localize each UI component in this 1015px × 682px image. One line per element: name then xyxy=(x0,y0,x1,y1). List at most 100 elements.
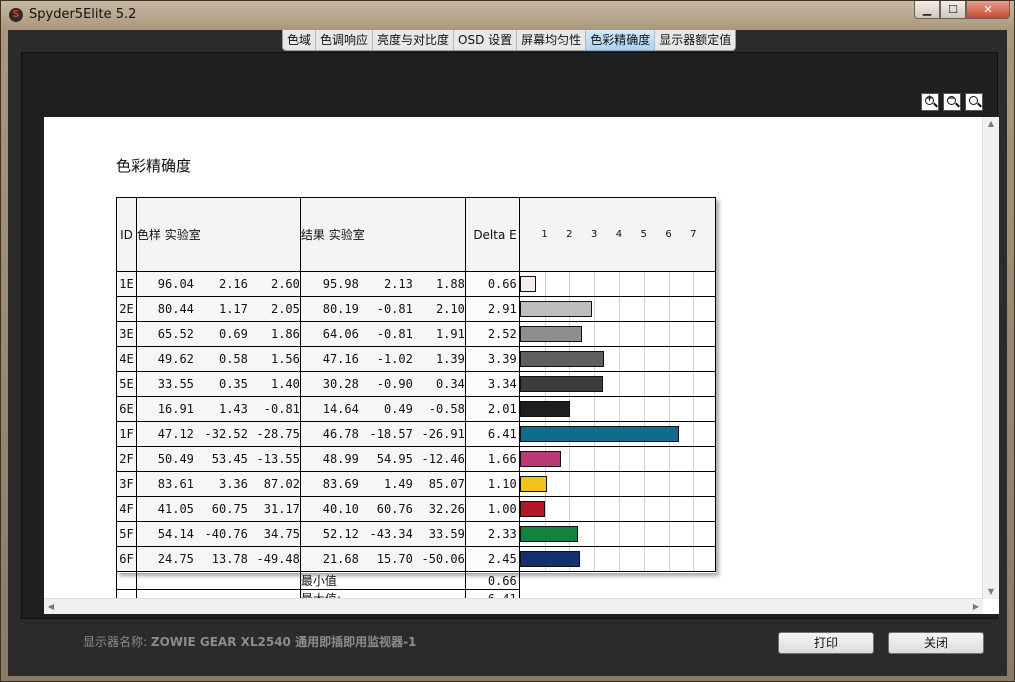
reference-lab: 16.91 1.43 -0.81 xyxy=(137,402,300,416)
grid-line xyxy=(668,497,670,521)
zoom-out-handle xyxy=(955,102,960,108)
title-bar[interactable]: S Spyder5Elite 5.2 ▁ ☐ ✕ xyxy=(1,1,1015,31)
grid-line xyxy=(668,272,670,296)
summary-empty-ref xyxy=(135,571,301,590)
reference-lab-value: 41.05 xyxy=(157,502,194,516)
result-lab: 40.10 60.76 32.26 xyxy=(301,502,465,516)
reference-lab: 41.05 60.75 31.17 xyxy=(135,496,301,522)
result-lab-value: 2.10 xyxy=(435,302,465,316)
grid-line xyxy=(594,322,596,346)
delta-e-bar xyxy=(519,501,545,517)
reference-lab: 80.44 1.17 2.05 xyxy=(137,302,300,316)
app-window: S Spyder5Elite 5.2 ▁ ☐ ✕ 色域 色调响应 亮度与对比度 OSD… xyxy=(0,0,1015,682)
grid-line xyxy=(693,272,695,296)
grid-line xyxy=(643,397,645,421)
result-lab: 64.06 -0.81 1.91 xyxy=(301,327,465,341)
sample-id: 2F xyxy=(116,446,137,472)
grid-line xyxy=(594,447,596,471)
reference-lab-value: -40.76 xyxy=(204,527,248,541)
delta-e-value: 2.01 xyxy=(464,396,520,422)
close-button[interactable]: 关闭 xyxy=(888,632,984,654)
vertical-scrollbar[interactable]: ▲ ▼ xyxy=(982,117,999,599)
result-lab-value: 46.78 xyxy=(322,427,359,441)
grid-line xyxy=(668,472,670,496)
result-lab-value: 1.88 xyxy=(435,277,465,291)
horizontal-scrollbar[interactable]: ◀ ▶ xyxy=(44,598,983,614)
delta-e-value: 3.34 xyxy=(464,371,520,397)
report-title: 色彩精确度 xyxy=(116,157,192,175)
maximize-button[interactable]: ☐ xyxy=(940,1,966,19)
reference-lab: 47.12 -32.52 -28.75 xyxy=(137,427,300,441)
tab-5[interactable]: 色彩精确度 xyxy=(586,30,656,50)
report-document[interactable]: 色彩精确度 ID 色样 实验室 结果 实验室 Delta E 1234567 1… xyxy=(44,117,999,614)
scroll-left-arrow-icon[interactable]: ◀ xyxy=(44,599,58,614)
scroll-right-arrow-icon[interactable]: ▶ xyxy=(969,599,983,614)
reference-lab: 96.04 2.16 2.60 xyxy=(135,271,301,297)
delta-e-value: 2.91 xyxy=(464,296,520,322)
delta-e-value: 2.45 xyxy=(464,546,520,572)
grid-line xyxy=(569,447,571,471)
reference-lab: 33.55 0.35 1.40 xyxy=(135,371,301,397)
magnifier-handle xyxy=(977,102,982,108)
delta-e-value: 2.33 xyxy=(464,521,520,547)
grid-line xyxy=(643,372,645,396)
result-lab-value: 40.10 xyxy=(322,502,359,516)
grid-line xyxy=(618,322,620,346)
zoom-out-button[interactable]: − xyxy=(943,93,961,111)
reference-lab-value: 60.75 xyxy=(211,502,248,516)
reference-lab-value: 53.45 xyxy=(211,452,248,466)
tab-4[interactable]: 屏幕均匀性 xyxy=(517,30,587,50)
grid-line xyxy=(643,497,645,521)
close-window-button[interactable]: ✕ xyxy=(966,1,1010,19)
tab-0[interactable]: 色域 xyxy=(283,30,317,50)
result-lab-value: -50.06 xyxy=(421,552,465,566)
result-lab-value: 1.39 xyxy=(435,352,465,366)
result-lab: 21.68 15.70 -50.06 xyxy=(299,546,466,572)
grid-line xyxy=(569,472,571,496)
caption-buttons: ▁ ☐ ✕ xyxy=(914,1,1010,21)
grid-line xyxy=(693,447,695,471)
grid-line xyxy=(569,272,571,296)
zoom-fit-button[interactable] xyxy=(965,93,983,111)
reference-lab-value: 1.17 xyxy=(218,302,248,316)
print-button[interactable]: 打印 xyxy=(778,632,874,654)
tab-3[interactable]: OSD 设置 xyxy=(454,30,518,50)
grid-line xyxy=(693,472,695,496)
result-lab-value: 2.13 xyxy=(383,277,413,291)
tab-1[interactable]: 色调响应 xyxy=(316,30,374,50)
reference-lab-value: -28.75 xyxy=(256,427,300,441)
reference-lab-value: 1.40 xyxy=(270,377,300,391)
client-area: 色域 色调响应 亮度与对比度 OSD 设置 屏幕均匀性 色彩精确度 显示器额定值 + − xyxy=(8,30,1007,676)
zoom-in-button[interactable]: + xyxy=(921,93,939,111)
zoom-toolbar: + − xyxy=(921,93,983,111)
grid-line xyxy=(618,372,620,396)
delta-e-bar-cell xyxy=(518,271,717,297)
grid-line xyxy=(594,472,596,496)
reference-lab-value: 2.16 xyxy=(218,277,248,291)
delta-e-bar-cell xyxy=(518,396,717,422)
delta-e-bar-cell xyxy=(518,296,717,322)
tab-6[interactable]: 显示器额定值 xyxy=(655,30,735,50)
result-lab-value: 83.69 xyxy=(322,477,359,491)
delta-e-bar-cell xyxy=(518,521,717,547)
reference-lab: 47.12 -32.52 -28.75 xyxy=(135,421,301,447)
scale-tick-label: 6 xyxy=(665,229,672,240)
header-id: ID xyxy=(116,197,137,272)
reference-lab: 41.05 60.75 31.17 xyxy=(137,502,300,516)
scroll-down-arrow-icon[interactable]: ▼ xyxy=(983,585,999,599)
minimize-button[interactable]: ▁ xyxy=(914,1,940,19)
grid-line xyxy=(618,547,620,571)
result-lab-value: 32.26 xyxy=(428,502,465,516)
grid-line xyxy=(544,497,546,521)
delta-e-bar xyxy=(519,476,547,492)
reference-lab-value: 1.86 xyxy=(270,327,300,341)
result-lab-value: 52.12 xyxy=(322,527,359,541)
result-lab: 83.69 1.49 85.07 xyxy=(301,477,465,491)
reference-lab-value: 65.52 xyxy=(157,327,194,341)
reference-lab-value: 2.60 xyxy=(270,277,300,291)
grid-line xyxy=(594,297,596,321)
scroll-up-arrow-icon[interactable]: ▲ xyxy=(983,117,999,131)
reference-lab: 54.14 -40.76 34.75 xyxy=(137,527,300,541)
monitor-info: 显示器名称: ZOWIE GEAR XL2540 通用即插即用监视器-1 xyxy=(83,633,416,650)
tab-2[interactable]: 亮度与对比度 xyxy=(373,30,455,50)
